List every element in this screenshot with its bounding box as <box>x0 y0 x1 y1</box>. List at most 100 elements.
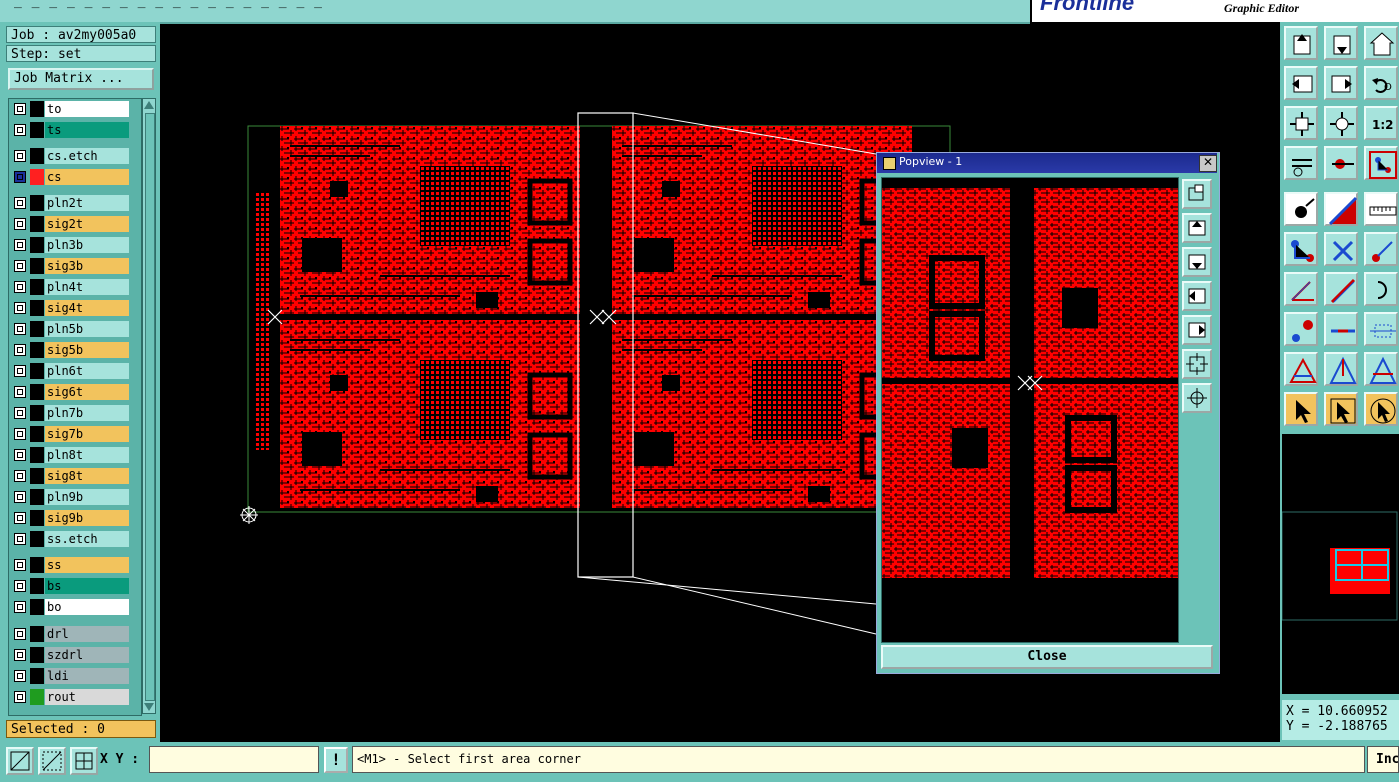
scroll-down-icon[interactable] <box>143 701 155 713</box>
popview-close-icon[interactable]: ✕ <box>1199 155 1217 172</box>
layer-checkbox[interactable] <box>14 302 26 314</box>
layer-name[interactable]: ldi <box>45 668 129 684</box>
layer-name[interactable]: sig3b <box>45 258 129 274</box>
layer-row[interactable]: ts <box>9 122 139 138</box>
popview-zoom-in-button[interactable] <box>1182 383 1212 413</box>
scroll-up-icon[interactable] <box>143 99 155 111</box>
layer-checkbox[interactable] <box>14 150 26 162</box>
layer-row[interactable]: pln2t <box>9 195 139 211</box>
layer-row[interactable]: sig7b <box>9 426 139 442</box>
layer-name[interactable]: sig6t <box>45 384 129 400</box>
layer-name[interactable]: pln7b <box>45 405 129 421</box>
dimension-icon[interactable] <box>1364 312 1398 346</box>
diagonal-line-icon[interactable] <box>1324 272 1358 306</box>
layer-checkbox[interactable] <box>14 281 26 293</box>
layer-name[interactable]: pln3b <box>45 237 129 253</box>
measure-tool-icon[interactable] <box>1284 146 1318 180</box>
layer-row[interactable]: szdrl <box>9 647 139 663</box>
layer-name[interactable]: sig9b <box>45 510 129 526</box>
layer-row[interactable]: sig5b <box>9 342 139 358</box>
layer-checkbox[interactable] <box>14 323 26 335</box>
layer-checkbox[interactable] <box>14 386 26 398</box>
layer-name[interactable]: pln4t <box>45 279 129 295</box>
scroll-thumb[interactable] <box>145 113 155 701</box>
layer-name[interactable]: ts <box>45 122 129 138</box>
layer-row[interactable]: cs <box>9 169 139 185</box>
line-draw-icon[interactable] <box>1324 192 1358 226</box>
xy-input[interactable] <box>149 746 319 773</box>
exclamation-icon[interactable]: ! <box>324 747 348 773</box>
horizontal-line-icon[interactable] <box>1324 312 1358 346</box>
layer-name[interactable]: szdrl <box>45 647 129 663</box>
pad-select-icon[interactable] <box>1284 192 1318 226</box>
layer-name[interactable]: sig5b <box>45 342 129 358</box>
popview-canvas[interactable] <box>881 177 1179 643</box>
layer-checkbox[interactable] <box>14 670 26 682</box>
pointer-select-icon[interactable] <box>1324 392 1358 426</box>
layer-row[interactable]: sig6t <box>9 384 139 400</box>
layer-row[interactable]: pln9b <box>9 489 139 505</box>
layer-checkbox[interactable] <box>14 260 26 272</box>
layer-row[interactable]: sig2t <box>9 216 139 232</box>
layer-checkbox[interactable] <box>14 365 26 377</box>
layer-checkbox[interactable] <box>14 197 26 209</box>
page-left-icon[interactable] <box>1284 66 1318 100</box>
layer-name[interactable]: bs <box>45 578 129 594</box>
job-matrix-button[interactable]: Job Matrix ... <box>8 68 154 90</box>
layer-row[interactable]: ss <box>9 557 139 573</box>
ruler-icon[interactable] <box>1364 192 1398 226</box>
grid-snap-icon[interactable] <box>38 747 66 775</box>
undo-view-icon[interactable]: O <box>1364 66 1398 100</box>
polygon-select-icon[interactable] <box>1324 352 1358 386</box>
layer-row[interactable]: pln8t <box>9 447 139 463</box>
connect-pads-icon[interactable] <box>1284 232 1318 266</box>
layer-name[interactable]: ss <box>45 557 129 573</box>
layer-checkbox[interactable] <box>14 470 26 482</box>
layer-row[interactable]: sig4t <box>9 300 139 316</box>
layer-row[interactable]: pln4t <box>9 279 139 295</box>
popview-pan-left-button[interactable] <box>1182 281 1212 311</box>
layer-name[interactable]: pln9b <box>45 489 129 505</box>
layer-checkbox[interactable] <box>14 580 26 592</box>
pad-add-icon[interactable] <box>1284 312 1318 346</box>
layer-list-scrollbar[interactable] <box>142 98 156 714</box>
layer-row[interactable]: pln6t <box>9 363 139 379</box>
cross-point-icon[interactable] <box>1324 232 1358 266</box>
popview-pan-right-button[interactable] <box>1182 315 1212 345</box>
popview-pan-down-button[interactable] <box>1182 247 1212 277</box>
layer-row[interactable]: pln7b <box>9 405 139 421</box>
layer-name[interactable]: drl <box>45 626 129 642</box>
snap-point-icon[interactable] <box>1364 232 1398 266</box>
layer-row[interactable]: sig9b <box>9 510 139 526</box>
layer-row[interactable]: sig3b <box>9 258 139 274</box>
area-select-icon[interactable] <box>1364 352 1398 386</box>
layer-name[interactable]: sig8t <box>45 468 129 484</box>
layer-row[interactable]: drl <box>9 626 139 642</box>
layer-row[interactable]: bo <box>9 599 139 615</box>
page-up-icon[interactable] <box>1284 26 1318 60</box>
layer-name[interactable]: to <box>45 101 129 117</box>
probe-icon[interactable] <box>1324 146 1358 180</box>
layer-name[interactable]: pln5b <box>45 321 129 337</box>
layer-name[interactable]: pln6t <box>45 363 129 379</box>
layer-name[interactable]: cs <box>45 169 129 185</box>
pointer-icon[interactable] <box>1284 392 1318 426</box>
layer-checkbox[interactable] <box>14 491 26 503</box>
triangle-select-icon[interactable] <box>1284 352 1318 386</box>
layer-row[interactable]: pln3b <box>9 237 139 253</box>
layer-checkbox[interactable] <box>14 103 26 115</box>
layer-checkbox[interactable] <box>14 691 26 703</box>
layer-row[interactable]: ldi <box>9 668 139 684</box>
layer-name[interactable]: ss.etch <box>45 531 129 547</box>
home-icon[interactable] <box>1364 26 1398 60</box>
layer-checkbox[interactable] <box>14 559 26 571</box>
layer-name[interactable]: sig4t <box>45 300 129 316</box>
layer-checkbox[interactable] <box>14 239 26 251</box>
popview-title-bar[interactable]: Popview - 1 ✕ <box>877 153 1217 173</box>
grid-icon[interactable] <box>70 747 98 775</box>
pointer-circle-icon[interactable] <box>1364 392 1398 426</box>
popview-zoom-fit-button[interactable] <box>1182 349 1212 379</box>
increment-button[interactable]: Inc <box>1367 746 1399 773</box>
layer-checkbox[interactable] <box>14 649 26 661</box>
net-highlight-icon[interactable] <box>1364 146 1398 180</box>
